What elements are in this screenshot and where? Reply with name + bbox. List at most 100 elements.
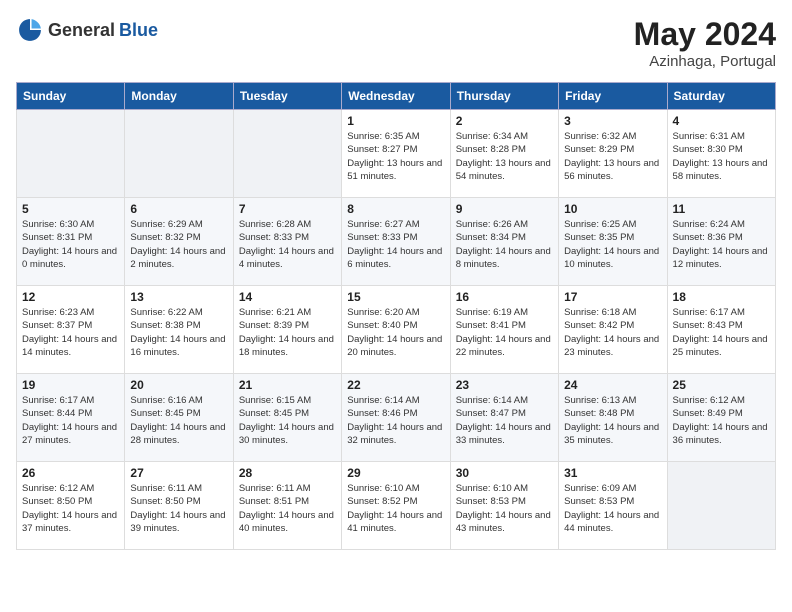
day-number: 19 <box>22 378 119 392</box>
day-number: 28 <box>239 466 336 480</box>
day-number: 21 <box>239 378 336 392</box>
cell-content: Sunrise: 6:28 AMSunset: 8:33 PMDaylight:… <box>239 218 336 271</box>
cell-content: Sunrise: 6:23 AM Sunset: 8:37 PM Daylight:… <box>22 306 119 359</box>
cell-content: Sunrise: 6:14 AMSunset: 8:47 PMDaylight:… <box>456 394 553 447</box>
day-number: 11 <box>673 202 770 216</box>
sunset-text: Sunset: 8:40 PM <box>347 320 417 331</box>
sunset-text: Sunset: 8:33 PM <box>347 232 417 243</box>
calendar-cell: 6Sunrise: 6:29 AMSunset: 8:32 PMDaylight… <box>125 198 233 286</box>
cell-content: Sunrise: 6:10 AMSunset: 8:52 PMDaylight:… <box>347 482 444 535</box>
daylight-text: Daylight: 14 hours and 28 minutes. <box>130 422 225 446</box>
day-number: 13 <box>130 290 227 304</box>
daylight-text: Daylight: 14 hours and 27 minutes. <box>22 422 117 446</box>
daylight-text: Daylight: 14 hours and 23 minutes. <box>564 334 659 358</box>
daylight-text: Daylight: 14 hours and 25 minutes. <box>673 334 768 358</box>
cell-content: Sunrise: 6:27 AMSunset: 8:33 PMDaylight:… <box>347 218 444 271</box>
sunrise-text: Sunrise: 6:10 AM <box>347 483 419 494</box>
day-number: 22 <box>347 378 444 392</box>
sunrise-text: Sunrise: 6:27 AM <box>347 219 419 230</box>
calendar-cell: 3Sunrise: 6:32 AMSunset: 8:29 PMDaylight… <box>559 110 667 198</box>
daylight-text: Daylight: 14 hours and 44 minutes. <box>564 510 659 534</box>
sunrise-text: Sunrise: 6:11 AM <box>239 483 311 494</box>
day-number: 20 <box>130 378 227 392</box>
day-number: 10 <box>564 202 661 216</box>
sunrise-text: Sunrise: 6:12 AM <box>22 483 94 494</box>
col-header-friday: Friday <box>559 83 667 110</box>
cell-content: Sunrise: 6:13 AMSunset: 8:48 PMDaylight:… <box>564 394 661 447</box>
daylight-text: Daylight: 13 hours and 56 minutes. <box>564 158 659 182</box>
day-number: 31 <box>564 466 661 480</box>
sunset-text: Sunset: 8:43 PM <box>673 320 743 331</box>
sunrise-text: Sunrise: 6:18 AM <box>564 307 636 318</box>
cell-content: Sunrise: 6:12 AMSunset: 8:50 PMDaylight:… <box>22 482 119 535</box>
daylight-text: Daylight: 14 hours and 30 minutes. <box>239 422 334 446</box>
day-number: 15 <box>347 290 444 304</box>
week-row-3: 12 Sunrise: 6:23 AM Sunset: 8:37 PM Dayligh… <box>17 286 776 374</box>
sunset-text: Sunset: 8:53 PM <box>456 496 526 507</box>
daylight-text: Daylight: 14 hours and 12 minutes. <box>673 246 768 270</box>
sunrise-text: Sunrise: 6:14 AM <box>347 395 419 406</box>
day-number: 23 <box>456 378 553 392</box>
col-header-tuesday: Tuesday <box>233 83 341 110</box>
day-number: 27 <box>130 466 227 480</box>
day-number: 17 <box>564 290 661 304</box>
daylight-text: Daylight: 14 hours and 36 minutes. <box>673 422 768 446</box>
calendar-cell: 22Sunrise: 6:14 AMSunset: 8:46 PMDayligh… <box>342 374 450 462</box>
calendar-cell: 10Sunrise: 6:25 AMSunset: 8:35 PMDayligh… <box>559 198 667 286</box>
sunrise-text: Sunrise: 6:17 AM <box>22 395 94 406</box>
week-row-4: 19 Sunrise: 6:17 AM Sunset: 8:44 PM Dayligh… <box>17 374 776 462</box>
day-number: 7 <box>239 202 336 216</box>
col-header-sunday: Sunday <box>17 83 125 110</box>
col-header-wednesday: Wednesday <box>342 83 450 110</box>
day-number: 18 <box>673 290 770 304</box>
calendar-cell: 9Sunrise: 6:26 AMSunset: 8:34 PMDaylight… <box>450 198 558 286</box>
page-header: GeneralBlue May 2024 Azinhaga, Portugal <box>16 16 776 70</box>
calendar-cell: 5 Sunrise: 6:30 AMSunset: 8:31 PMDaylight… <box>17 198 125 286</box>
calendar-cell: 11Sunrise: 6:24 AMSunset: 8:36 PMDayligh… <box>667 198 775 286</box>
title-block: May 2024 Azinhaga, Portugal <box>634 16 776 70</box>
daylight-text: Daylight: 14 hours and 14 minutes. <box>22 334 117 358</box>
sunset-text: Sunset: 8:37 PM <box>22 320 92 331</box>
cell-content: Sunrise: 6:30 AMSunset: 8:31 PMDaylight:… <box>22 218 119 271</box>
day-number: 2 <box>456 114 553 128</box>
day-number: 5 <box>22 202 119 216</box>
sunrise-text: Sunrise: 6:28 AM <box>239 219 311 230</box>
calendar-cell: 4Sunrise: 6:31 AMSunset: 8:30 PMDaylight… <box>667 110 775 198</box>
daylight-text: Daylight: 13 hours and 58 minutes. <box>673 158 768 182</box>
col-header-saturday: Saturday <box>667 83 775 110</box>
sunrise-text: Sunrise: 6:11 AM <box>130 483 202 494</box>
sunset-text: Sunset: 8:53 PM <box>564 496 634 507</box>
header-row: SundayMondayTuesdayWednesdayThursdayFrid… <box>17 83 776 110</box>
day-number: 26 <box>22 466 119 480</box>
sunset-text: Sunset: 8:30 PM <box>673 144 743 155</box>
day-number: 12 <box>22 290 119 304</box>
calendar-cell <box>125 110 233 198</box>
calendar-cell: 29Sunrise: 6:10 AMSunset: 8:52 PMDayligh… <box>342 462 450 550</box>
sunrise-text: Sunrise: 6:22 AM <box>130 307 202 318</box>
logo-blue-text: Blue <box>119 20 158 41</box>
sunset-text: Sunset: 8:50 PM <box>130 496 200 507</box>
cell-content: Sunrise: 6:12 AMSunset: 8:49 PMDaylight:… <box>673 394 770 447</box>
day-number: 24 <box>564 378 661 392</box>
sunset-text: Sunset: 8:44 PM <box>22 408 92 419</box>
sunrise-text: Sunrise: 6:10 AM <box>456 483 528 494</box>
daylight-text: Daylight: 14 hours and 4 minutes. <box>239 246 334 270</box>
sunrise-text: Sunrise: 6:23 AM <box>22 307 94 318</box>
sunrise-text: Sunrise: 6:12 AM <box>673 395 745 406</box>
month-year-title: May 2024 <box>634 16 776 53</box>
location-subtitle: Azinhaga, Portugal <box>634 53 776 70</box>
week-row-1: 1Sunrise: 6:35 AMSunset: 8:27 PMDaylight… <box>17 110 776 198</box>
sunrise-text: Sunrise: 6:19 AM <box>456 307 528 318</box>
daylight-text: Daylight: 14 hours and 35 minutes. <box>564 422 659 446</box>
day-number: 9 <box>456 202 553 216</box>
daylight-text: Daylight: 14 hours and 2 minutes. <box>130 246 225 270</box>
cell-content: Sunrise: 6:16 AMSunset: 8:45 PMDaylight:… <box>130 394 227 447</box>
col-header-monday: Monday <box>125 83 233 110</box>
daylight-text: Daylight: 14 hours and 18 minutes. <box>239 334 334 358</box>
calendar-cell: 30Sunrise: 6:10 AMSunset: 8:53 PMDayligh… <box>450 462 558 550</box>
calendar-cell: 17Sunrise: 6:18 AMSunset: 8:42 PMDayligh… <box>559 286 667 374</box>
sunset-text: Sunset: 8:35 PM <box>564 232 634 243</box>
logo-general-text: General <box>48 20 115 41</box>
sunrise-text: Sunrise: 6:29 AM <box>130 219 202 230</box>
cell-content: Sunrise: 6:29 AMSunset: 8:32 PMDaylight:… <box>130 218 227 271</box>
